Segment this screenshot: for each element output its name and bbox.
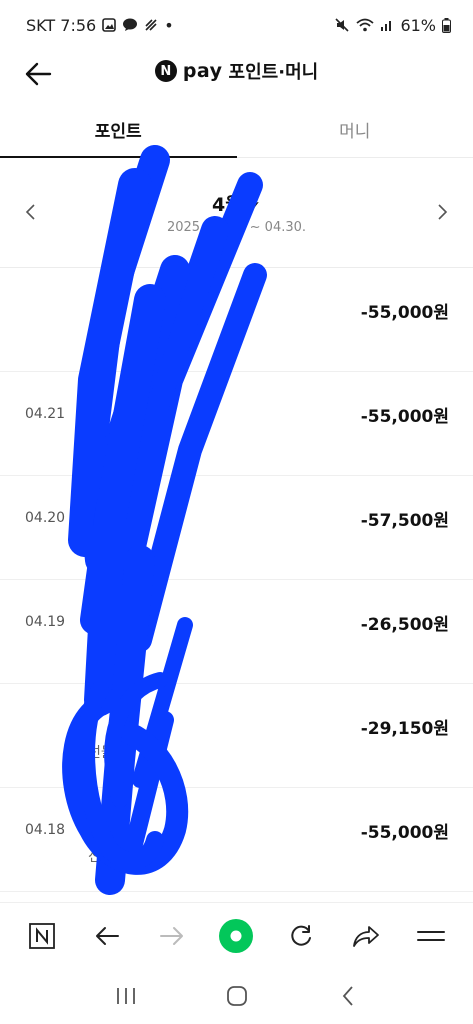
list-item[interactable]: 04.19 보낸 선물 -26,500원 bbox=[0, 580, 473, 684]
tab-bar: 포인트 머니 bbox=[0, 108, 473, 158]
tx-date: 04.18 bbox=[25, 822, 66, 838]
gallery-icon bbox=[102, 18, 117, 32]
app-header: N pay 포인트·머니 bbox=[0, 50, 473, 96]
status-bar: SKT 7:56 • 61% bbox=[0, 0, 473, 50]
menu-icon bbox=[416, 930, 445, 941]
tx-amount: -29,150원 bbox=[360, 719, 449, 739]
tx-amount: -55,000원 bbox=[360, 407, 449, 427]
arrow-left-icon bbox=[96, 926, 120, 945]
tab-points[interactable]: 포인트 bbox=[0, 108, 237, 158]
mute-icon bbox=[334, 17, 350, 33]
tx-amount: -55,000원 bbox=[360, 303, 449, 323]
month-selector[interactable]: 4월 ✓ bbox=[0, 190, 473, 217]
battery-percent: 61% bbox=[400, 15, 436, 35]
date-range: 2025.04.01. ~ 04.30. bbox=[166, 220, 307, 235]
tx-subtitle: 선물 bbox=[88, 849, 114, 865]
transaction-list: -55,000원 04.21 -55,000원 04.20 선물 -57,500… bbox=[0, 268, 473, 892]
tx-amount: -55,000원 bbox=[360, 823, 449, 843]
list-item[interactable]: -55,000원 bbox=[0, 268, 473, 372]
signal-icon bbox=[380, 18, 394, 32]
next-month-button[interactable] bbox=[431, 200, 455, 224]
home-button[interactable] bbox=[217, 976, 257, 1016]
list-item[interactable]: 04.18 선물 -55,000원 bbox=[0, 788, 473, 892]
list-item[interactable]: 선물 -29,150원 bbox=[0, 684, 473, 788]
tx-subtitle: 선물 bbox=[88, 745, 114, 761]
tx-date: 04.20 bbox=[25, 510, 66, 526]
browser-toolbar bbox=[0, 902, 473, 968]
tx-amount: -26,500원 bbox=[360, 615, 449, 635]
talk-icon bbox=[122, 18, 138, 32]
month-navigator: 4월 ✓ 2025.04.01. ~ 04.30. bbox=[0, 170, 473, 260]
system-back-button[interactable] bbox=[328, 976, 368, 1016]
pay-wordmark: pay bbox=[182, 60, 223, 82]
back-icon bbox=[342, 986, 353, 1006]
list-item[interactable]: 04.20 선물 -57,500원 bbox=[0, 476, 473, 580]
naver-home-button[interactable] bbox=[20, 914, 64, 958]
tab-money[interactable]: 머니 bbox=[237, 108, 473, 157]
wifi-calling-icon bbox=[144, 18, 158, 32]
list-item[interactable]: 04.21 -55,000원 bbox=[0, 372, 473, 476]
share-icon bbox=[352, 925, 379, 947]
status-time: SKT 7:56 bbox=[26, 15, 97, 35]
tx-amount: -57,500원 bbox=[360, 511, 449, 531]
refresh-icon bbox=[291, 924, 312, 946]
tx-subtitle: 보낸 선물 bbox=[88, 641, 144, 657]
recents-button[interactable] bbox=[106, 976, 146, 1016]
tx-subtitle: 선물 bbox=[88, 537, 114, 553]
recents-icon bbox=[116, 988, 135, 1004]
green-dot-icon bbox=[219, 918, 254, 953]
tx-date: 04.19 bbox=[25, 614, 66, 630]
nav-back-button[interactable] bbox=[85, 914, 129, 958]
naver-n-icon: N bbox=[154, 60, 177, 82]
chevron-right-icon bbox=[438, 204, 448, 220]
month-chevron-icon: ✓ bbox=[249, 199, 262, 215]
menu-button[interactable] bbox=[409, 914, 453, 958]
refresh-button[interactable] bbox=[279, 914, 323, 958]
status-dot: • bbox=[164, 15, 174, 35]
wifi-icon bbox=[356, 18, 375, 32]
page-title: 포인트·머니 bbox=[228, 62, 319, 83]
battery-icon bbox=[442, 17, 451, 33]
n-home-icon bbox=[29, 922, 56, 949]
arrow-right-icon bbox=[159, 926, 183, 945]
brand-title: N pay 포인트·머니 bbox=[0, 58, 473, 84]
month-label: 4월 bbox=[211, 194, 243, 216]
tx-date: 04.21 bbox=[25, 406, 66, 422]
green-dot-button[interactable] bbox=[214, 914, 258, 958]
share-button[interactable] bbox=[344, 914, 388, 958]
home-icon bbox=[226, 986, 247, 1006]
nav-forward-button[interactable] bbox=[150, 914, 194, 958]
system-navigation-bar bbox=[0, 968, 473, 1024]
